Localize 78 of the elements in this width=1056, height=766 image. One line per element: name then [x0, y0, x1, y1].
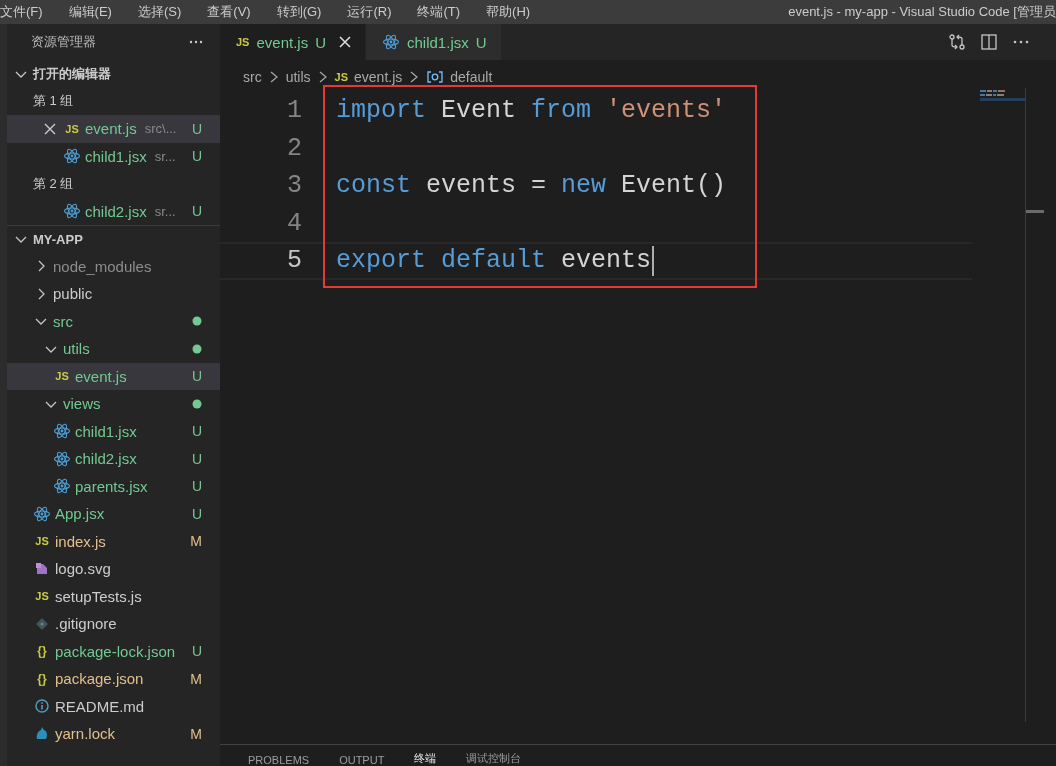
folder-item[interactable]: node_modules	[7, 252, 220, 280]
menu-item[interactable]: 帮助(H)	[486, 0, 557, 21]
folder-item[interactable]: public	[7, 280, 220, 308]
js-file-icon: JS	[334, 71, 349, 83]
atom-icon	[53, 450, 71, 467]
file-item[interactable]: JS setupTests.js	[7, 582, 220, 610]
section-header[interactable]: 打开的编辑器	[7, 60, 220, 88]
folder-item[interactable]: src	[7, 307, 220, 335]
file-item[interactable]: child1.jsx U	[7, 417, 220, 445]
split-editor-icon[interactable]	[980, 33, 998, 51]
atom-icon	[53, 423, 71, 440]
open-editor-item[interactable]: child2.jsx sr... U	[7, 197, 220, 225]
folder-item[interactable]: utils	[7, 335, 220, 363]
json-file-icon: {}	[37, 644, 47, 659]
breadcrumb-item[interactable]: default	[426, 69, 493, 85]
diamond-icon	[34, 615, 50, 632]
menu-item[interactable]: 文件(F)	[0, 0, 69, 21]
info-icon	[34, 698, 50, 715]
file-item[interactable]: parents.jsx U	[7, 472, 220, 500]
minimap-drawing	[980, 90, 1026, 102]
close-icon[interactable]	[44, 122, 56, 135]
atom-icon	[63, 203, 81, 220]
menu-item[interactable]: 选择(S)	[137, 0, 208, 21]
group-label: 第 2 组	[33, 174, 74, 193]
line-number: 1	[286, 96, 302, 126]
open-editor-item[interactable]: JS event.js src\... U	[7, 115, 220, 143]
panel-tab[interactable]: OUTPUT	[339, 754, 385, 766]
text-cursor	[652, 245, 655, 276]
atom-icon	[382, 34, 400, 50]
line-number: 4	[286, 208, 302, 238]
image-file-icon	[34, 560, 50, 577]
panel-tab[interactable]: 调试控制台	[466, 751, 522, 766]
file-item[interactable]: App.jsx U	[7, 500, 220, 528]
code-line: export default events	[336, 246, 652, 276]
panel-title: 资源管理器	[31, 33, 96, 51]
atom-icon	[63, 148, 81, 165]
menu-item[interactable]: 运行(R)	[347, 0, 418, 21]
compare-icon[interactable]	[948, 33, 966, 51]
file-item[interactable]: JS event.js U	[7, 362, 220, 390]
file-item[interactable]: JS index.js M	[7, 527, 220, 555]
open-editor-item[interactable]: child1.jsx sr... U	[7, 142, 220, 170]
breadcrumb-item[interactable]: src	[243, 69, 262, 85]
breadcrumb-item[interactable]: JS event.js	[334, 69, 403, 85]
json-file-icon: {}	[37, 671, 47, 686]
editor-tab[interactable]: child1.jsx U	[366, 24, 502, 60]
js-file-icon: JS	[35, 535, 49, 548]
editor-tab[interactable]: JS event.js U	[220, 24, 366, 60]
menu-item[interactable]: 转到(G)	[276, 0, 348, 21]
file-item[interactable]: {} package.json M	[7, 665, 220, 693]
breadcrumb-item[interactable]: utils	[285, 69, 311, 85]
file-item[interactable]: yarn.lock M	[7, 720, 220, 748]
file-item[interactable]: .gitignore	[7, 610, 220, 638]
panel-tab[interactable]: 终端	[414, 751, 437, 766]
symbol-icon	[426, 69, 445, 85]
line-number: 2	[286, 133, 302, 163]
code-line: import Event from 'events'	[336, 96, 727, 126]
js-file-icon: JS	[236, 36, 250, 48]
folder-item[interactable]: views	[7, 390, 220, 418]
line-number: 5	[286, 246, 302, 276]
atom-icon	[53, 478, 71, 495]
js-file-icon: JS	[65, 122, 79, 135]
group-label: 第 1 组	[33, 92, 74, 111]
menu-item[interactable]: 编辑(E)	[68, 0, 138, 21]
menu-item[interactable]: 查看(V)	[207, 0, 277, 21]
scrollbar-thumb[interactable]	[1026, 210, 1044, 213]
file-item[interactable]: README.md	[7, 692, 220, 720]
atom-icon	[33, 505, 51, 522]
window-title: event.js - my-app - Visual Studio Code [管理员	[788, 3, 1056, 21]
line-number: 3	[286, 171, 302, 201]
code-line: const events = new Event()	[336, 171, 727, 201]
file-item[interactable]: child2.jsx U	[7, 445, 220, 473]
js-file-icon: JS	[55, 370, 69, 383]
js-file-icon: JS	[35, 590, 49, 603]
close-icon[interactable]	[339, 36, 351, 48]
file-item[interactable]: logo.svg	[7, 555, 220, 583]
panel-tab[interactable]: PROBLEMS	[248, 754, 310, 766]
menu-item[interactable]: 终端(T)	[417, 0, 487, 21]
file-item[interactable]: {} package-lock.json U	[7, 637, 220, 665]
